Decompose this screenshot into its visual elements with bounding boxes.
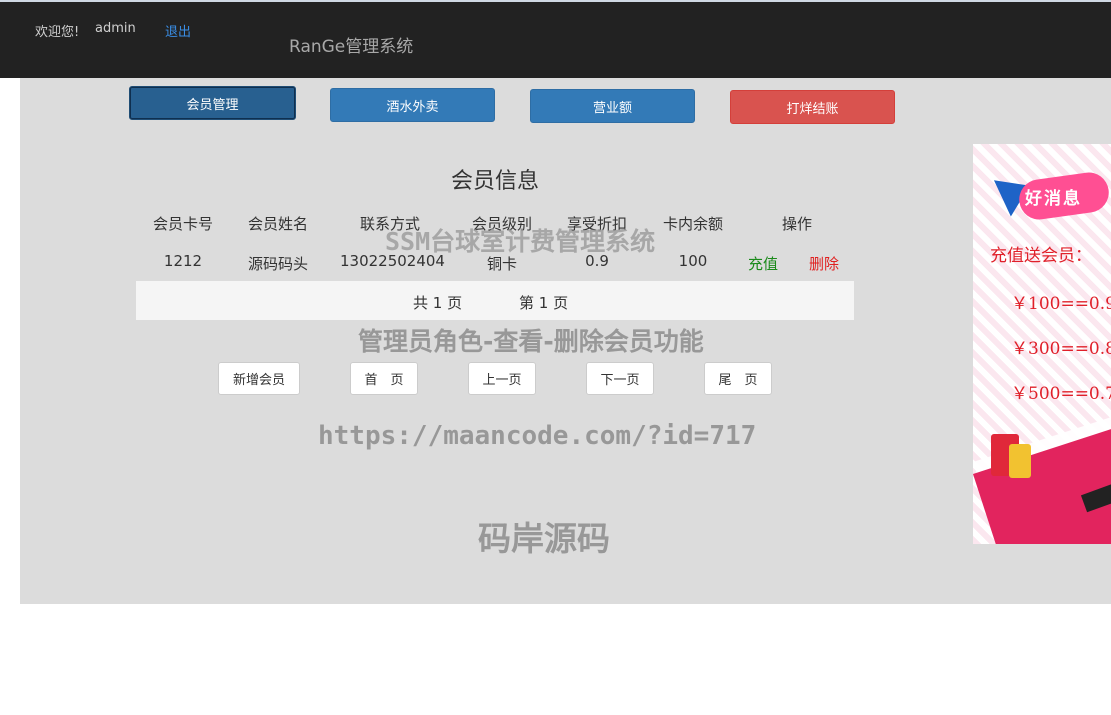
main-content xyxy=(20,78,1111,604)
cell-discount: 0.9 xyxy=(585,252,609,270)
drinks-takeout-button[interactable]: 酒水外卖 xyxy=(330,88,495,122)
gift-bag-icon xyxy=(1009,444,1031,478)
promo-title: 充值送会员： xyxy=(990,246,1092,266)
top-navbar: 欢迎您! admin 退出 RanGe管理系统 xyxy=(0,0,1111,78)
cell-name: 源码码头 xyxy=(247,255,308,273)
column-header-discount: 享受折扣 xyxy=(566,215,627,233)
section-title: 会员信息 xyxy=(450,169,539,194)
member-management-button[interactable]: 会员管理 xyxy=(129,86,296,120)
promo-offer-300: ￥300==0.8折 xyxy=(1011,339,1111,359)
username: admin xyxy=(95,21,136,36)
next-page-button[interactable]: 下一页 xyxy=(586,362,654,395)
pager-total-pages: 共 1 页 xyxy=(413,294,463,312)
pager-bar xyxy=(136,281,854,320)
prev-page-button[interactable]: 上一页 xyxy=(468,362,536,395)
promo-offer-500: ￥500==0.7折 xyxy=(1011,384,1111,404)
add-member-button[interactable]: 新增会员 xyxy=(218,362,300,395)
cell-card-no: 1212 xyxy=(163,252,203,270)
column-header-level: 会员级别 xyxy=(471,215,532,233)
column-header-balance: 卡内余额 xyxy=(662,215,723,233)
brand-title: RanGe管理系统 xyxy=(289,37,414,57)
column-header-phone: 联系方式 xyxy=(359,215,420,233)
last-page-button[interactable]: 尾 页 xyxy=(704,362,772,395)
column-header-name: 会员姓名 xyxy=(247,215,308,233)
cell-balance: 100 xyxy=(678,252,708,270)
promo-offer-100: ￥100==0.9折 xyxy=(1011,294,1111,314)
column-header-actions: 操作 xyxy=(781,215,812,233)
first-page-button[interactable]: 首 页 xyxy=(350,362,418,395)
revenue-button[interactable]: 营业额 xyxy=(530,89,695,123)
promo-banner-text: 好消息 xyxy=(1025,189,1082,209)
promo-poster: 好消息 充值送会员： ￥100==0.9折 ￥300==0.8折 ￥500==0… xyxy=(973,144,1111,544)
column-header-card-no: 会员卡号 xyxy=(152,215,213,233)
logout-link[interactable]: 退出 xyxy=(165,21,191,40)
close-checkout-button[interactable]: 打烊结账 xyxy=(730,90,895,124)
cell-level: 铜卡 xyxy=(486,255,517,273)
recharge-link[interactable]: 充值 xyxy=(748,253,778,274)
welcome-text: 欢迎您! xyxy=(35,25,80,40)
delete-link[interactable]: 删除 xyxy=(809,253,839,274)
pager-current-page: 第 1 页 xyxy=(519,294,569,312)
cell-phone: 13022502404 xyxy=(340,252,445,270)
